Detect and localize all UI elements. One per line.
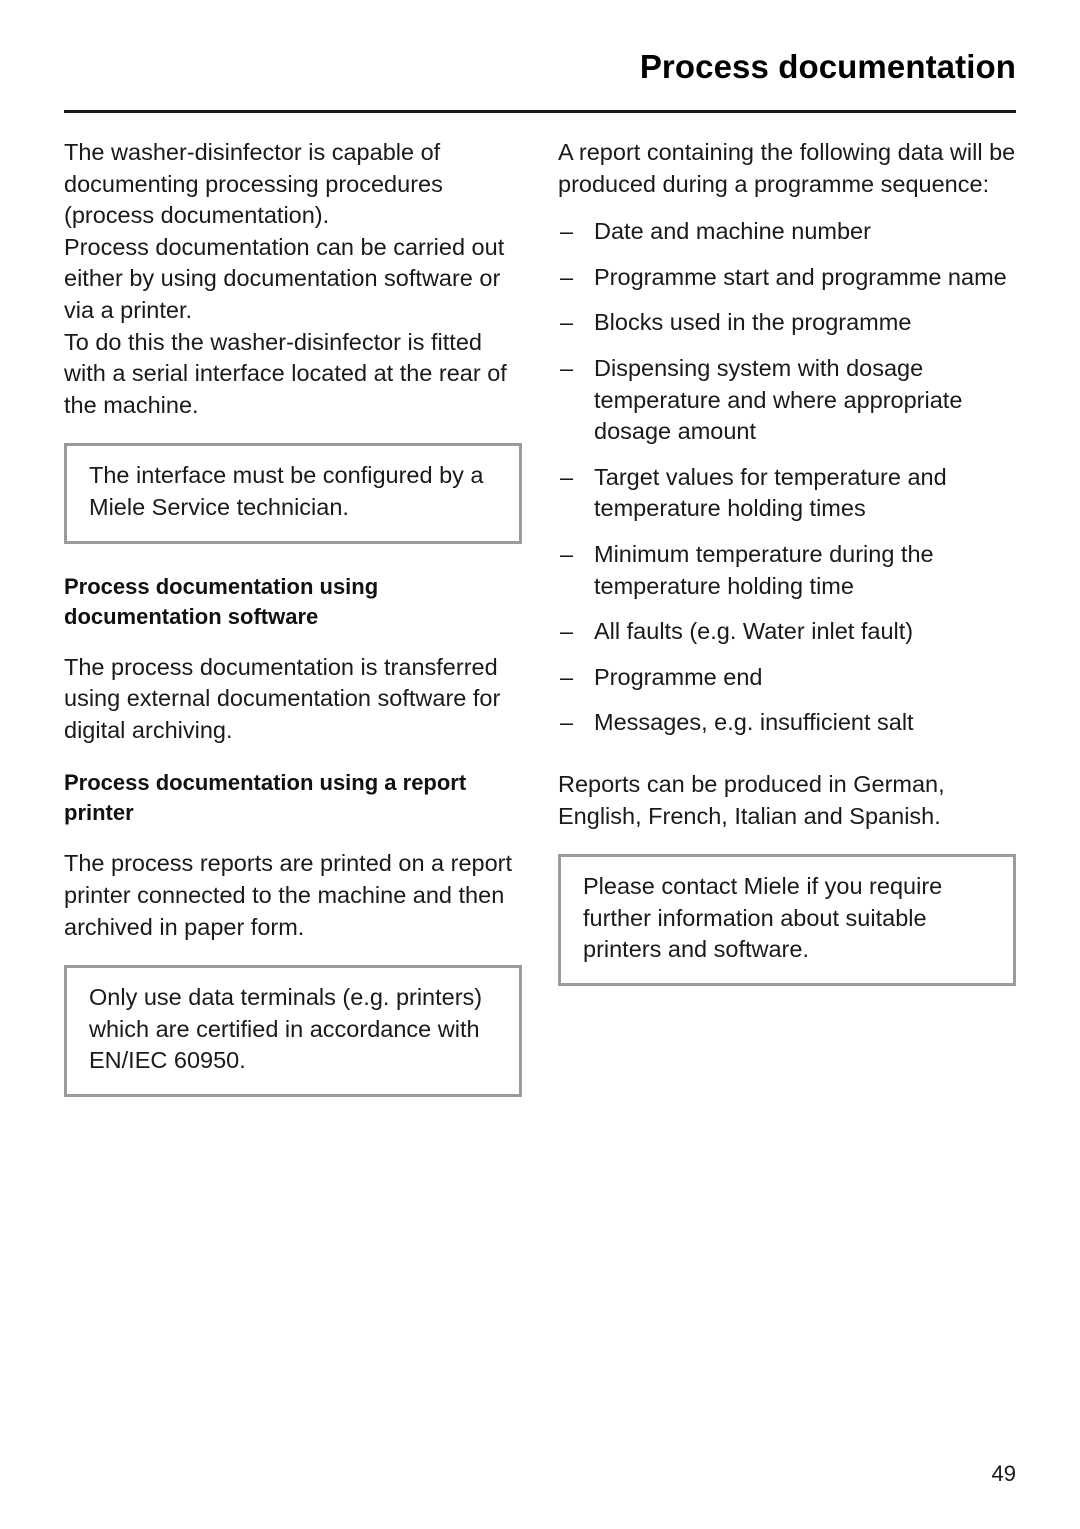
dash-bullet-icon: – bbox=[560, 463, 574, 490]
subheading-report-printer: Process documentation using a report pri… bbox=[64, 770, 467, 826]
dash-bullet-icon: – bbox=[560, 663, 574, 690]
list-item-label: Programme start and programme name bbox=[594, 263, 1007, 290]
dash-bullet-icon: – bbox=[560, 218, 574, 245]
subheading-documentation-software: Process documentation using documentatio… bbox=[64, 573, 379, 629]
report-contents-list: – Date and machine number – Programme star… bbox=[558, 216, 1016, 739]
list-item: – Programme end bbox=[558, 662, 1016, 694]
intro-paragraph-1: The washer-disinfector is capable of doc… bbox=[64, 139, 443, 229]
report-intro-paragraph: A report containing the following data w… bbox=[558, 139, 1016, 197]
list-item-label: Dispensing system with dosage temperatur… bbox=[594, 354, 963, 445]
list-item: – Minimum temperature during the temperat… bbox=[558, 539, 1016, 602]
header-divider bbox=[64, 110, 1016, 113]
note-text-contact-miele: Please contact Miele if you require furt… bbox=[583, 873, 943, 963]
paragraph-report-languages: Reports can be produced in German, Engli… bbox=[558, 770, 945, 829]
dash-bullet-icon: – bbox=[560, 309, 574, 336]
note-text-interface-config: The interface must be configured by a Mi… bbox=[89, 462, 484, 520]
page-header: Process documentation bbox=[64, 48, 1016, 86]
list-item: – Messages, e.g. insufficient salt bbox=[558, 707, 1016, 739]
paragraph-report-printer: The process reports are printed on a rep… bbox=[64, 850, 513, 940]
list-item-label: Target values for temperature and temper… bbox=[594, 463, 947, 522]
list-item: – Blocks used in the programme bbox=[558, 307, 1016, 339]
document-page: Process documentation The washer-disinfe… bbox=[0, 0, 1080, 1529]
list-item: – Dispensing system with dosage temperatu… bbox=[558, 353, 1016, 448]
note-text-data-terminals: Only use data terminals (e.g. printers) … bbox=[89, 984, 483, 1074]
dash-bullet-icon: – bbox=[560, 709, 574, 736]
dash-bullet-icon: – bbox=[560, 618, 574, 645]
note-box-contact-miele: Please contact Miele if you require furt… bbox=[558, 854, 1016, 986]
right-column: A report containing the following data w… bbox=[558, 137, 1016, 1014]
list-item-label: Minimum temperature during the temperatu… bbox=[594, 540, 934, 599]
note-box-data-terminals: Only use data terminals (e.g. printers) … bbox=[64, 965, 522, 1097]
paragraph-documentation-software: The process documentation is transferred… bbox=[64, 653, 501, 743]
list-item-label: Messages, e.g. insufficient salt bbox=[594, 709, 914, 736]
intro-paragraph-3: To do this the washer-disinfector is fit… bbox=[64, 328, 507, 418]
list-item: – Programme start and programme name bbox=[558, 262, 1016, 294]
list-item-label: Date and machine number bbox=[594, 218, 871, 245]
list-item: – Target values for temperature and tempe… bbox=[558, 462, 1016, 525]
page-number: 49 bbox=[991, 1461, 1016, 1486]
list-item: – All faults (e.g. Water inlet fault) bbox=[558, 616, 1016, 648]
list-item: – Date and machine number bbox=[558, 216, 1016, 248]
dash-bullet-icon: – bbox=[560, 354, 574, 381]
list-item-label: Blocks used in the programme bbox=[594, 309, 912, 336]
intro-paragraph-2: Process documentation can be carried out… bbox=[64, 233, 505, 323]
list-item-label: Programme end bbox=[594, 663, 763, 690]
dash-bullet-icon: – bbox=[560, 540, 574, 567]
dash-bullet-icon: – bbox=[560, 263, 574, 290]
left-column: The washer-disinfector is capable of doc… bbox=[64, 137, 522, 1125]
page-title: Process documentation bbox=[639, 48, 1016, 85]
list-item-label: All faults (e.g. Water inlet fault) bbox=[594, 618, 914, 645]
note-box-interface-config: The interface must be configured by a Mi… bbox=[64, 443, 522, 544]
